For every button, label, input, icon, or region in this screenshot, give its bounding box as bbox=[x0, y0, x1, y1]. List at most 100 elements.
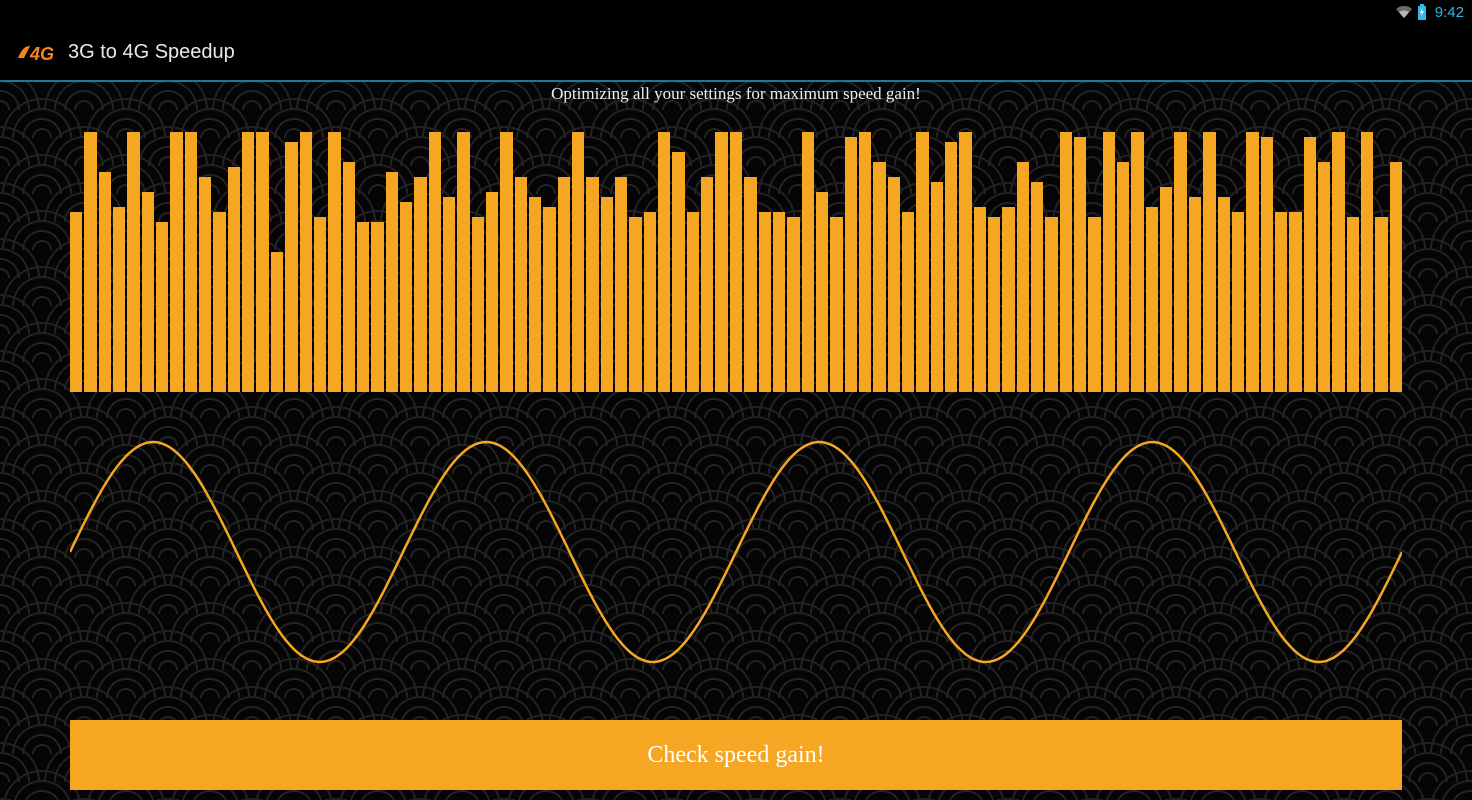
equalizer-bar bbox=[515, 177, 527, 392]
equalizer-bar bbox=[443, 197, 455, 392]
check-speed-label: Check speed gain! bbox=[647, 742, 824, 769]
equalizer-bar bbox=[1074, 137, 1086, 392]
wifi-icon bbox=[1395, 5, 1413, 19]
equalizer-bar bbox=[658, 132, 670, 392]
equalizer-bar bbox=[1103, 132, 1115, 392]
equalizer-bar bbox=[845, 137, 857, 392]
equalizer-bar bbox=[285, 142, 297, 392]
equalizer-bar bbox=[529, 197, 541, 392]
equalizer-bar bbox=[156, 222, 168, 392]
equalizer-bar bbox=[400, 202, 412, 392]
equalizer-bar bbox=[715, 132, 727, 392]
equalizer-bar bbox=[84, 132, 96, 392]
equalizer-bars bbox=[70, 112, 1402, 392]
equalizer-bar bbox=[472, 217, 484, 392]
equalizer-bar bbox=[1002, 207, 1014, 392]
equalizer-bar bbox=[816, 192, 828, 392]
equalizer-bar bbox=[558, 177, 570, 392]
equalizer-bar bbox=[1203, 132, 1215, 392]
equalizer-bar bbox=[787, 217, 799, 392]
equalizer-bar bbox=[1347, 217, 1359, 392]
equalizer-bar bbox=[242, 132, 254, 392]
equalizer-bar bbox=[888, 177, 900, 392]
android-status-bar: 9:42 bbox=[0, 0, 1472, 24]
equalizer-bar bbox=[199, 177, 211, 392]
equalizer-bar bbox=[644, 212, 656, 392]
app-title: 3G to 4G Speedup bbox=[68, 41, 235, 64]
equalizer-bar bbox=[759, 212, 771, 392]
equalizer-bar bbox=[99, 172, 111, 392]
equalizer-bar bbox=[1174, 132, 1186, 392]
equalizer-bar bbox=[543, 207, 555, 392]
equalizer-bar bbox=[500, 132, 512, 392]
equalizer-bar bbox=[1375, 217, 1387, 392]
equalizer-bar bbox=[1189, 197, 1201, 392]
svg-text:4G: 4G bbox=[29, 44, 54, 64]
equalizer-bar bbox=[572, 132, 584, 392]
equalizer-bar bbox=[357, 222, 369, 392]
equalizer-bar bbox=[1117, 162, 1129, 392]
equalizer-bar bbox=[1304, 137, 1316, 392]
equalizer-bar bbox=[256, 132, 268, 392]
equalizer-bar bbox=[1088, 217, 1100, 392]
equalizer-bar bbox=[1390, 162, 1402, 392]
equalizer-bar bbox=[127, 132, 139, 392]
equalizer-bar bbox=[974, 207, 986, 392]
equalizer-bar bbox=[1332, 132, 1344, 392]
equalizer-bar bbox=[142, 192, 154, 392]
equalizer-bar bbox=[1017, 162, 1029, 392]
equalizer-bar bbox=[1289, 212, 1301, 392]
equalizer-bar bbox=[1232, 212, 1244, 392]
equalizer-bar bbox=[601, 197, 613, 392]
equalizer-bar bbox=[170, 132, 182, 392]
app-logo-icon: 4G bbox=[16, 38, 56, 66]
equalizer-bar bbox=[802, 132, 814, 392]
equalizer-bar bbox=[1131, 132, 1143, 392]
equalizer-bar bbox=[672, 152, 684, 392]
app-bar: 4G 3G to 4G Speedup bbox=[0, 24, 1472, 82]
equalizer-bar bbox=[328, 132, 340, 392]
equalizer-bar bbox=[1031, 182, 1043, 392]
equalizer-bar bbox=[701, 177, 713, 392]
equalizer-bar bbox=[1045, 217, 1057, 392]
equalizer-bar bbox=[773, 212, 785, 392]
equalizer-bar bbox=[70, 212, 82, 392]
equalizer-bar bbox=[629, 217, 641, 392]
equalizer-bar bbox=[615, 177, 627, 392]
equalizer-bar bbox=[945, 142, 957, 392]
equalizer-bar bbox=[931, 182, 943, 392]
equalizer-bar bbox=[586, 177, 598, 392]
equalizer-bar bbox=[859, 132, 871, 392]
equalizer-bar bbox=[687, 212, 699, 392]
status-message: Optimizing all your settings for maximum… bbox=[0, 84, 1472, 104]
equalizer-bar bbox=[271, 252, 283, 392]
equalizer-bar bbox=[830, 217, 842, 392]
sine-wave bbox=[70, 412, 1402, 692]
equalizer-bar bbox=[1275, 212, 1287, 392]
equalizer-bar bbox=[228, 167, 240, 392]
equalizer-bar bbox=[1246, 132, 1258, 392]
equalizer-bar bbox=[873, 162, 885, 392]
equalizer-bar bbox=[371, 222, 383, 392]
equalizer-bar bbox=[988, 217, 1000, 392]
equalizer-bar bbox=[185, 132, 197, 392]
equalizer-bar bbox=[1261, 137, 1273, 392]
check-speed-button[interactable]: Check speed gain! bbox=[70, 720, 1402, 790]
equalizer-bar bbox=[457, 132, 469, 392]
equalizer-bar bbox=[386, 172, 398, 392]
equalizer-bar bbox=[1146, 207, 1158, 392]
main-content: Optimizing all your settings for maximum… bbox=[0, 82, 1472, 800]
equalizer-bar bbox=[343, 162, 355, 392]
equalizer-bar bbox=[429, 132, 441, 392]
equalizer-bar bbox=[486, 192, 498, 392]
equalizer-bar bbox=[916, 132, 928, 392]
equalizer-bar bbox=[730, 132, 742, 392]
equalizer-bar bbox=[902, 212, 914, 392]
equalizer-bar bbox=[1318, 162, 1330, 392]
equalizer-bar bbox=[959, 132, 971, 392]
equalizer-bar bbox=[213, 212, 225, 392]
equalizer-bar bbox=[1361, 132, 1373, 392]
equalizer-bar bbox=[1218, 197, 1230, 392]
equalizer-bar bbox=[1060, 132, 1072, 392]
equalizer-bar bbox=[744, 177, 756, 392]
